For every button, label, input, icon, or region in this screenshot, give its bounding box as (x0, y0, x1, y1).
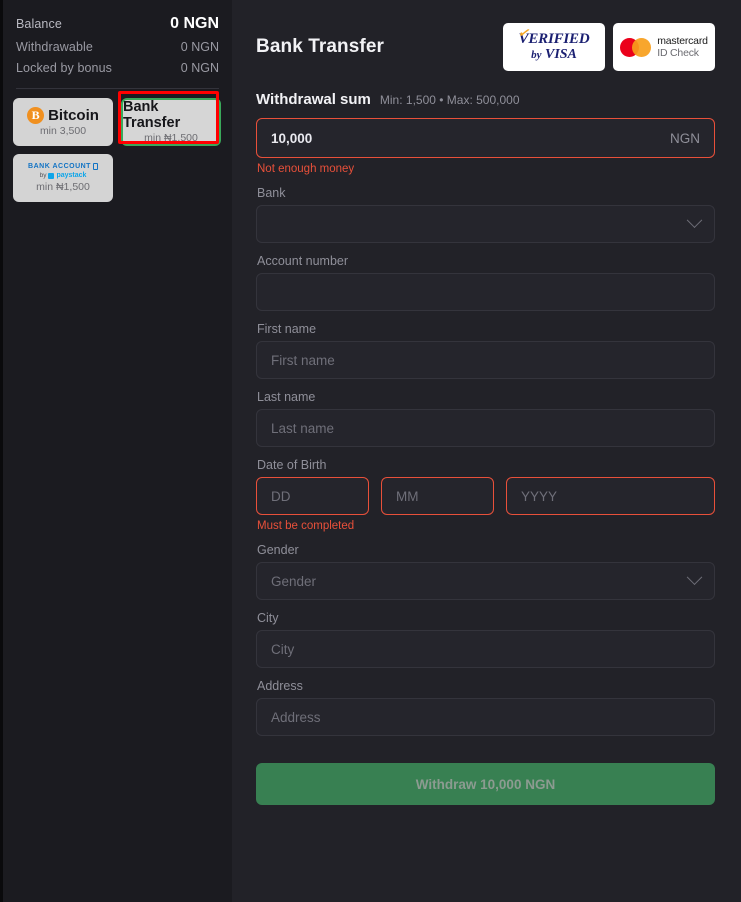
verified-by-visa-icon: ✓ VERIFIED by VISA (503, 23, 605, 71)
currency-suffix: NGN (670, 131, 700, 146)
chevron-down-icon (687, 569, 703, 585)
field-city: City City (256, 611, 715, 668)
bitcoin-icon: B (27, 107, 44, 124)
visa-by: by (531, 49, 541, 61)
withdrawal-page: Balance 0 NGN Withdrawable 0 NGN Locked … (0, 0, 741, 902)
bank-label: Bank (257, 186, 715, 200)
field-first-name: First name First name (256, 322, 715, 379)
mastercard-line1: mastercard (657, 35, 708, 47)
address-label: Address (257, 679, 715, 693)
address-placeholder: Address (271, 710, 321, 725)
mastercard-circles-icon (620, 38, 651, 57)
last-name-input[interactable]: Last name (256, 409, 715, 447)
address-input[interactable]: Address (256, 698, 715, 736)
balance-row-locked-by-bonus: Locked by bonus 0 NGN (13, 58, 222, 79)
payment-method-label: Bank Transfer (123, 100, 219, 130)
paystack-logo-icon: BANK ACCOUNT bypaystack (28, 163, 98, 180)
payment-method-bank-transfer[interactable]: Bank Transfer min ₦1,500 (121, 98, 221, 146)
gender-placeholder: Gender (271, 574, 316, 589)
phone-icon (93, 163, 98, 170)
gender-label: Gender (257, 543, 715, 557)
security-badges: ✓ VERIFIED by VISA mastercard ID Check (503, 23, 715, 71)
sidebar-divider (16, 88, 219, 89)
withdrawal-amount-error: Not enough money (257, 163, 715, 175)
balance-row-total: Balance 0 NGN (13, 12, 222, 37)
account-number-input[interactable] (256, 273, 715, 311)
visa-line2: VISA (545, 47, 577, 62)
locked-bonus-label: Locked by bonus (16, 61, 112, 75)
payment-method-min: min ₦1,500 (36, 181, 90, 193)
field-last-name: Last name Last name (256, 390, 715, 447)
paystack-mark-icon (48, 173, 54, 179)
check-mark-icon: ✓ (517, 25, 529, 39)
chevron-down-icon (687, 212, 703, 228)
dob-day-input[interactable]: DD (256, 477, 369, 515)
dob-year-placeholder: YYYY (521, 489, 557, 504)
dob-year-input[interactable]: YYYY (506, 477, 715, 515)
date-of-birth-error: Must be completed (257, 520, 715, 532)
payment-methods-list: B Bitcoin min 3,500 Bank Transfer min ₦1… (13, 98, 222, 202)
paystack-byline: bypaystack (40, 172, 87, 180)
withdrawal-sum-header: Withdrawal sum Min: 1,500 • Max: 500,000 (256, 91, 715, 108)
field-date-of-birth: Date of Birth DD MM YYYY Must be complet… (256, 458, 715, 532)
balance-label: Balance (16, 17, 62, 31)
first-name-input[interactable]: First name (256, 341, 715, 379)
field-account-number: Account number (256, 254, 715, 311)
city-label: City (257, 611, 715, 625)
first-name-placeholder: First name (271, 353, 335, 368)
withdrawal-amount-value: 10,000 (271, 131, 312, 146)
field-address: Address Address (256, 679, 715, 736)
dob-month-placeholder: MM (396, 489, 419, 504)
payment-method-bank-account-paystack[interactable]: BANK ACCOUNT bypaystack min ₦1,500 (13, 154, 113, 202)
field-bank: Bank (256, 186, 715, 243)
city-placeholder: City (271, 642, 294, 657)
locked-bonus-value: 0 NGN (181, 61, 219, 75)
first-name-label: First name (257, 322, 715, 336)
visa-line1: VERIFIED (519, 31, 590, 47)
withdrawable-label: Withdrawable (16, 40, 93, 54)
city-input[interactable]: City (256, 630, 715, 668)
balance-value: 0 NGN (170, 15, 219, 33)
withdrawal-amount-input[interactable]: 10,000 NGN (256, 118, 715, 158)
payment-method-bitcoin[interactable]: B Bitcoin min 3,500 (13, 98, 113, 146)
withdrawable-value: 0 NGN (181, 40, 219, 54)
payment-method-label: Bitcoin (48, 108, 99, 124)
dob-day-placeholder: DD (271, 489, 291, 504)
dob-month-input[interactable]: MM (381, 477, 494, 515)
withdraw-button[interactable]: Withdraw 10,000 NGN (256, 763, 715, 805)
withdrawal-limits: Min: 1,500 • Max: 500,000 (380, 93, 520, 107)
mastercard-line2: ID Check (657, 47, 708, 59)
gender-select[interactable]: Gender (256, 562, 715, 600)
sidebar: Balance 0 NGN Withdrawable 0 NGN Locked … (3, 0, 232, 902)
main-panel: Bank Transfer ✓ VERIFIED by VISA (232, 0, 741, 902)
withdrawal-sum-title: Withdrawal sum (256, 91, 371, 108)
field-gender: Gender Gender (256, 543, 715, 600)
page-header: Bank Transfer ✓ VERIFIED by VISA (256, 22, 715, 72)
date-of-birth-row: DD MM YYYY (256, 477, 715, 515)
bank-select[interactable] (256, 205, 715, 243)
date-of-birth-label: Date of Birth (257, 458, 715, 472)
balance-summary: Balance 0 NGN Withdrawable 0 NGN Locked … (13, 12, 222, 79)
last-name-label: Last name (257, 390, 715, 404)
bank-account-label: BANK ACCOUNT (28, 163, 98, 171)
payment-method-min: min 3,500 (40, 125, 86, 137)
mastercard-id-check-icon: mastercard ID Check (613, 23, 715, 71)
page-title: Bank Transfer (256, 36, 384, 58)
account-number-label: Account number (257, 254, 715, 268)
balance-row-withdrawable: Withdrawable 0 NGN (13, 37, 222, 58)
payment-method-min: min ₦1,500 (144, 132, 198, 144)
bitcoin-title: B Bitcoin (27, 107, 99, 124)
last-name-placeholder: Last name (271, 421, 334, 436)
